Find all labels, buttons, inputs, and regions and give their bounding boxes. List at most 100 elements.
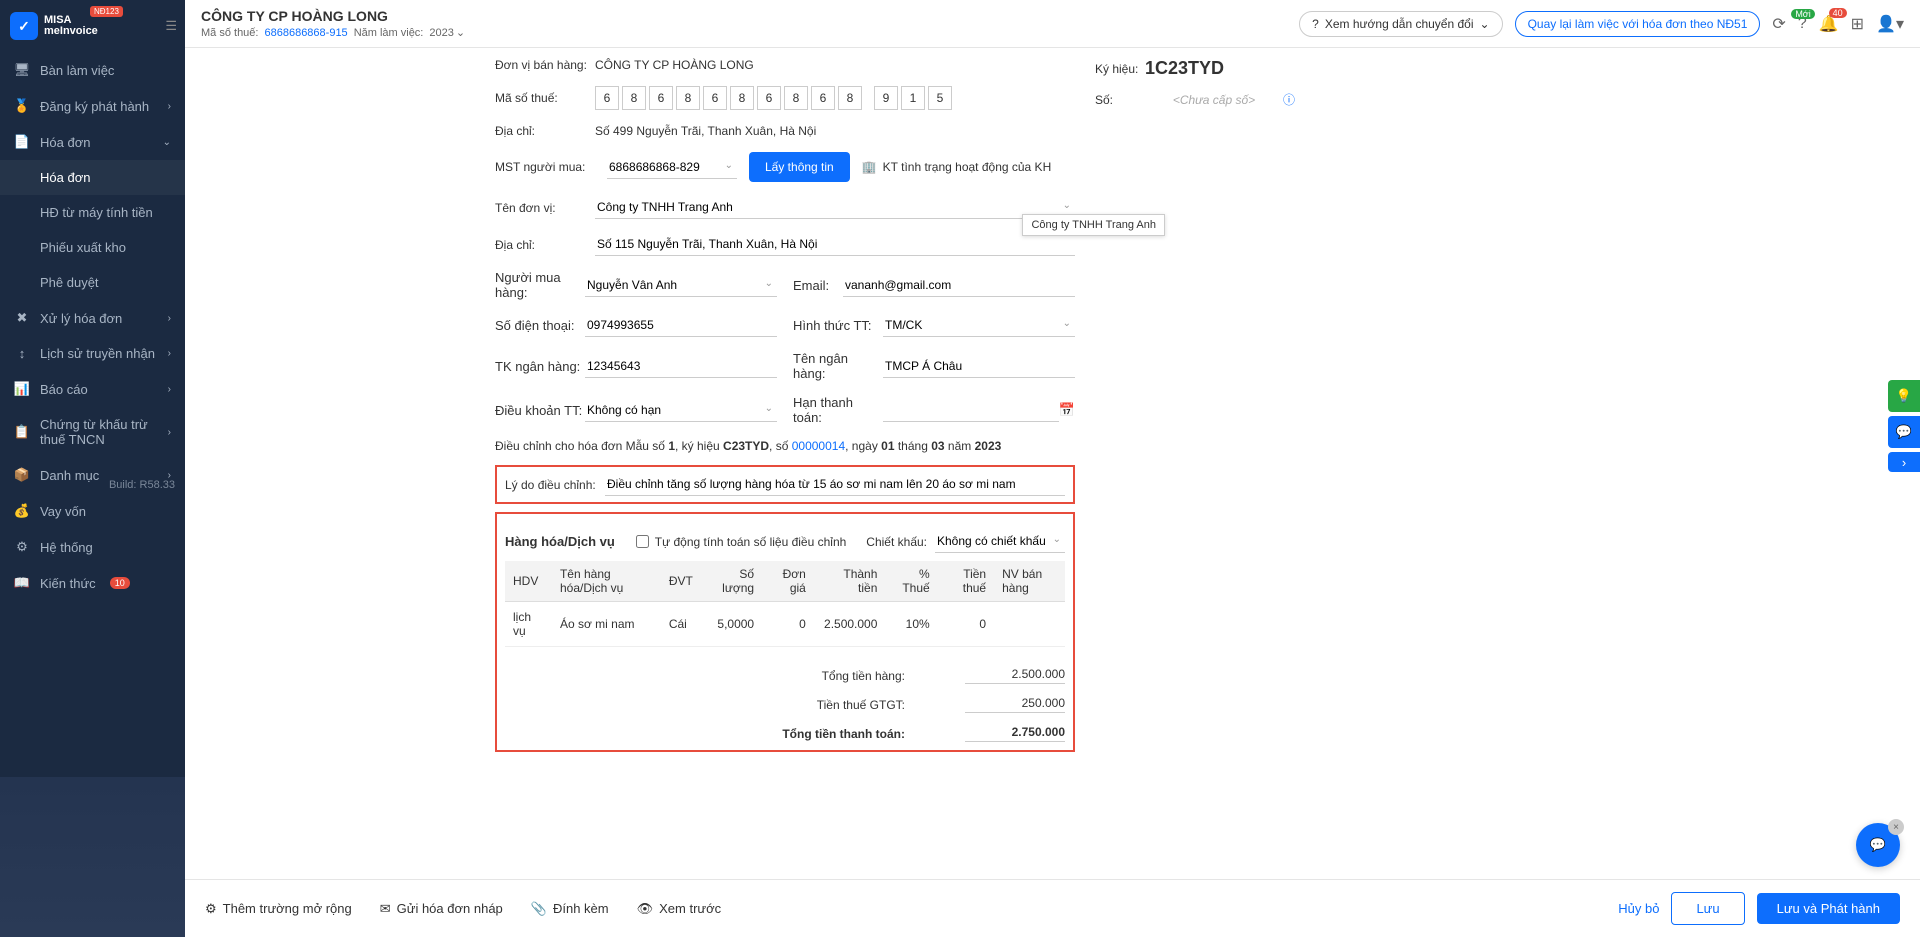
tax-digit: 8 [784,86,808,110]
payment-term-label: Điều khoản TT: [495,403,585,418]
table-header[interactable]: ĐVT [661,561,701,602]
bank-account-input[interactable] [585,355,777,378]
chevron-down-icon[interactable]: ⌄ [765,278,773,289]
table-cell[interactable]: 10% [885,602,937,647]
table-highlight: Hàng hóa/Dịch vụ Tự động tính toán số li… [495,512,1075,752]
table-cell[interactable]: Cái [661,602,701,647]
table-header[interactable]: NV bán hàng [994,561,1065,602]
tax-code-label: Mã số thuế: [495,91,595,105]
email-label: Email: [793,278,843,293]
nav-item[interactable]: 📋Chứng từ khấu trừ thuế TNCN› [0,407,185,457]
header: CÔNG TY CP HOÀNG LONG Mã số thuế: 686868… [185,0,1920,48]
nav-icon: 📄 [14,134,30,150]
tax-digit: 9 [874,86,898,110]
unit-name-input[interactable] [595,196,1075,219]
nav-item[interactable]: 💰Vay vốn [0,493,185,529]
reason-input[interactable] [605,473,1065,496]
save-publish-button[interactable]: Lưu và Phát hành [1757,893,1900,924]
chevron-icon: › [168,101,171,112]
chevron-icon: › [168,384,171,395]
hamburger-icon[interactable]: ☰ [165,18,177,34]
save-button[interactable]: Lưu [1671,892,1744,925]
info-icon[interactable]: ⓘ [1283,91,1295,108]
company-name: CÔNG TY CP HOÀNG LONG [201,8,465,24]
apps-icon[interactable]: ⊞ [1851,14,1864,34]
preview-button[interactable]: 👁Xem trước [637,901,722,917]
add-field-button[interactable]: ⚙Thêm trường mở rộng [205,901,352,917]
help-circle-icon[interactable]: ?Mới [1798,15,1807,33]
table-header[interactable]: Tiền thuế [938,561,994,602]
bank-name-label: Tên ngân hàng: [793,351,883,381]
bank-name-input[interactable] [883,355,1075,378]
phone-input[interactable] [585,314,777,337]
year-selector[interactable]: 2023 ⌄ [429,26,465,39]
discount-input[interactable] [935,530,1065,553]
nav-subitem[interactable]: Phê duyệt [0,265,185,300]
nav-subitem[interactable]: Phiếu xuất kho [0,230,185,265]
nav-subitem[interactable]: Hóa đơn [0,160,185,195]
build-info: Build: R58.33 [109,479,175,491]
nav-item[interactable]: ⚙Hệ thốngBuild: R58.33 [0,529,185,565]
phone-label: Số điện thoại: [495,318,585,333]
logo[interactable]: ✓ MISA meInvoice [10,12,98,40]
float-chat-icon[interactable]: 💬 [1888,416,1920,448]
buyer-tax-input[interactable] [607,156,737,179]
due-date-input[interactable] [883,399,1059,422]
subtotal-value: 2.500.000 [965,667,1065,684]
nav-item[interactable]: 📊Báo cáo› [0,371,185,407]
calendar-icon[interactable]: 📅 [1059,402,1075,418]
nav-subitem[interactable]: HĐ từ máy tính tiền [0,195,185,230]
bell-icon[interactable]: 🔔40 [1819,14,1839,34]
table-header[interactable]: Tên hàng hóa/Dịch vụ [552,561,661,602]
nav-item[interactable]: ✖Xử lý hóa đơn› [0,300,185,336]
auto-calc-checkbox[interactable]: Tự động tính toán số liệu điều chỉnh [636,535,847,549]
tax-value: 250.000 [965,696,1065,713]
chevron-down-icon[interactable]: ⌄ [725,160,733,171]
chat-close-icon[interactable]: × [1888,819,1904,835]
nav-item[interactable]: 🖥Bàn làm việc [0,52,185,88]
table-cell[interactable] [994,602,1065,647]
table-cell[interactable]: 2.500.000 [814,602,886,647]
table-cell[interactable]: 0 [938,602,994,647]
table-cell[interactable]: lịch vụ [505,602,552,647]
table-header[interactable]: HDV [505,561,552,602]
table-cell[interactable]: Áo sơ mi nam [552,602,661,647]
payment-term-input[interactable] [585,399,777,422]
send-draft-button[interactable]: ✉Gửi hóa đơn nháp [380,901,503,917]
user-icon[interactable]: 👤▾ [1876,14,1904,34]
nav-item[interactable]: 🏅Đăng ký phát hành› [0,88,185,124]
buyer-name-input[interactable] [585,274,777,297]
tax-digit: 5 [928,86,952,110]
table-cell[interactable]: 0 [762,602,814,647]
check-status-link[interactable]: 🏢KT tình trạng hoạt động của KH [862,160,1052,174]
chevron-down-icon[interactable]: ⌄ [1063,200,1071,211]
guide-button[interactable]: ? Xem hướng dẫn chuyển đổi ⌄ [1299,11,1502,37]
attach-button[interactable]: 📎Đính kèm [531,901,609,917]
chevron-down-icon[interactable]: ⌄ [1053,534,1061,545]
table-cell[interactable]: 5,0000 [701,602,762,647]
table-header[interactable]: % Thuế [885,561,937,602]
float-tip-icon[interactable]: 💡 [1888,380,1920,412]
tax-digit: 6 [703,86,727,110]
nav-item[interactable]: 📖Kiến thức10 [0,565,185,601]
header-mst[interactable]: 6868686868-915 [264,27,347,39]
table-header[interactable]: Đơn giá [762,561,814,602]
fetch-info-button[interactable]: Lấy thông tin [749,152,850,182]
payment-method-input[interactable] [883,314,1075,337]
table-row[interactable]: lịch vụÁo sơ mi namCái5,000002.500.00010… [505,602,1065,647]
adjustment-info: Điều chỉnh cho hóa đơn Mẫu số 1, ký hiệu… [495,439,1075,453]
unit-name-label: Tên đơn vị: [495,201,595,215]
back-nd51-button[interactable]: Quay lại làm việc với hóa đơn theo NĐ51 [1515,11,1761,37]
float-arrow-icon[interactable]: › [1888,452,1920,472]
table-header[interactable]: Thành tiền [814,561,886,602]
buyer-address-input[interactable] [595,233,1075,256]
chat-bubble[interactable]: 💬× [1856,823,1900,867]
refresh-icon[interactable]: ⟳ [1772,14,1785,34]
chevron-down-icon[interactable]: ⌄ [765,403,773,414]
email-input[interactable] [843,274,1075,297]
chevron-down-icon[interactable]: ⌄ [1063,318,1071,329]
table-header[interactable]: Số lượng [701,561,762,602]
nav-item[interactable]: 📄Hóa đơn⌄ [0,124,185,160]
cancel-button[interactable]: Hủy bỏ [1618,901,1659,916]
nav-item[interactable]: ↕Lịch sử truyền nhận› [0,336,185,371]
